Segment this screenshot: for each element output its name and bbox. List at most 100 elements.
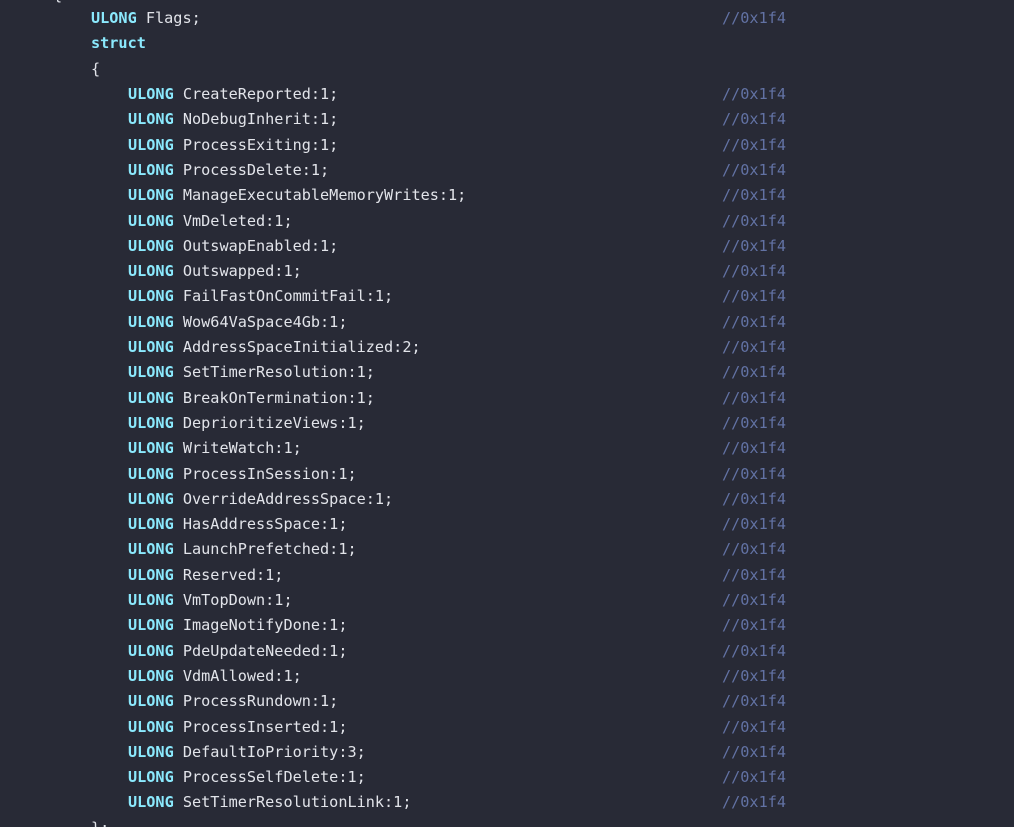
offset-comment: //0x1f4 bbox=[722, 211, 787, 230]
type-keyword: ULONG bbox=[128, 666, 174, 685]
struct-keyword: struct bbox=[91, 34, 146, 52]
flags-declaration: ULONG Flags; bbox=[91, 6, 201, 31]
type-keyword: ULONG bbox=[128, 515, 174, 534]
code-line-field: ULONG WriteWatch:1; //0x1f4 bbox=[0, 436, 1014, 461]
field-declaration: ULONG PdeUpdateNeeded:1; bbox=[128, 639, 347, 664]
code-line-field: ULONG OverrideAddressSpace:1; //0x1f4 bbox=[0, 487, 1014, 512]
field-declaration: ULONG LaunchPrefetched:1; bbox=[128, 537, 357, 562]
type-keyword: ULONG bbox=[128, 211, 174, 230]
field-declaration: ULONG DeprioritizeViews:1; bbox=[128, 411, 366, 436]
field-name: Outswapped:1; bbox=[182, 262, 302, 281]
code-line-close-partial: }; bbox=[0, 816, 1014, 827]
offset-comment: //0x1f4 bbox=[722, 793, 787, 812]
type-keyword: ULONG bbox=[91, 9, 137, 27]
offset-comment: //0x1f4 bbox=[722, 591, 787, 609]
code-line-field: ULONG ProcessExiting:1; //0x1f4 bbox=[0, 133, 1014, 158]
offset-comment: //0x1f4 bbox=[722, 464, 787, 483]
field-declaration: ULONG VmTopDown:1; bbox=[128, 588, 293, 613]
offset-comment: //0x1f4 bbox=[722, 110, 787, 129]
offset-comment: //0x1f4 bbox=[722, 540, 787, 559]
code-line-field: ULONG BreakOnTermination:1; //0x1f4 bbox=[0, 386, 1014, 411]
type-keyword: ULONG bbox=[128, 186, 174, 205]
type-keyword: ULONG bbox=[128, 439, 174, 458]
field-name: ImageNotifyDone:1; bbox=[182, 616, 348, 635]
type-keyword: ULONG bbox=[128, 591, 174, 609]
type-keyword: ULONG bbox=[128, 464, 174, 483]
type-keyword: ULONG bbox=[128, 793, 174, 812]
field-name: ManageExecutableMemoryWrites:1; bbox=[182, 186, 467, 205]
field-name: OutswapEnabled:1; bbox=[182, 236, 339, 255]
offset-comment: //0x1f4 bbox=[722, 692, 787, 711]
type-keyword: ULONG bbox=[128, 262, 174, 281]
field-declaration: ULONG SetTimerResolutionLink:1; bbox=[128, 790, 411, 815]
type-keyword: ULONG bbox=[128, 413, 174, 432]
field-name: LaunchPrefetched:1; bbox=[182, 540, 357, 559]
type-keyword: ULONG bbox=[128, 287, 174, 306]
field-name: ProcessInSession:1; bbox=[182, 464, 357, 483]
offset-comment: //0x1f4 bbox=[722, 262, 787, 281]
code-line-field: ULONG FailFastOnCommitFail:1; //0x1f4 bbox=[0, 284, 1014, 309]
type-keyword: ULONG bbox=[128, 135, 174, 154]
field-declaration: ULONG DefaultIoPriority:3; bbox=[128, 740, 366, 765]
field-name: VmTopDown:1; bbox=[182, 591, 293, 609]
field-declaration: ULONG HasAddressSpace:1; bbox=[128, 512, 347, 537]
offset-comment: //0x1f4 bbox=[722, 85, 787, 103]
field-name: WriteWatch:1; bbox=[182, 439, 302, 458]
code-line-field: ULONG ProcessInserted:1; //0x1f4 bbox=[0, 715, 1014, 740]
field-name: CreateReported:1; bbox=[182, 85, 339, 103]
code-line-field: ULONG DefaultIoPriority:3; //0x1f4 bbox=[0, 740, 1014, 765]
field-declaration: ULONG NoDebugInherit:1; bbox=[128, 107, 338, 132]
field-declaration: ULONG CreateReported:1; bbox=[128, 82, 338, 107]
offset-comment: //0x1f4 bbox=[722, 616, 787, 635]
field-name: HasAddressSpace:1; bbox=[182, 515, 348, 534]
field-name: Flags; bbox=[145, 9, 201, 27]
code-line-field: ULONG ProcessRundown:1; //0x1f4 bbox=[0, 689, 1014, 714]
type-keyword: ULONG bbox=[128, 160, 174, 179]
field-name: BreakOnTermination:1; bbox=[182, 388, 375, 407]
offset-comment: //0x1f4 bbox=[722, 186, 787, 205]
code-line-field: ULONG VdmAllowed:1; //0x1f4 bbox=[0, 664, 1014, 689]
offset-comment: //0x1f4 bbox=[722, 388, 787, 407]
field-name: NoDebugInherit:1; bbox=[182, 110, 339, 129]
type-keyword: ULONG bbox=[128, 540, 174, 559]
field-name: DefaultIoPriority:3; bbox=[182, 742, 366, 761]
code-line-field: ULONG ProcessDelete:1; //0x1f4 bbox=[0, 158, 1014, 183]
field-name: OverrideAddressSpace:1; bbox=[182, 489, 394, 508]
field-declaration: ULONG OutswapEnabled:1; bbox=[128, 234, 338, 259]
offset-comment: //0x1f4 bbox=[722, 565, 787, 584]
field-name: ProcessRundown:1; bbox=[182, 692, 339, 711]
offset-comment: //0x1f4 bbox=[722, 768, 787, 787]
field-name: Reserved:1; bbox=[182, 565, 284, 584]
field-declaration: ULONG ProcessInSession:1; bbox=[128, 462, 357, 487]
field-name: VmDeleted:1; bbox=[182, 211, 293, 230]
code-line-open-brace: { bbox=[0, 57, 1014, 82]
code-line-field: ULONG LaunchPrefetched:1; //0x1f4 bbox=[0, 537, 1014, 562]
offset-comment: //0x1f4 bbox=[722, 489, 787, 508]
code-line-field: ULONG AddressSpaceInitialized:2; //0x1f4 bbox=[0, 335, 1014, 360]
field-name: ProcessExiting:1; bbox=[182, 135, 339, 154]
field-declaration: ULONG AddressSpaceInitialized:2; bbox=[128, 335, 421, 360]
offset-comment: //0x1f4 bbox=[722, 717, 787, 736]
code-line-field: ULONG PdeUpdateNeeded:1; //0x1f4 bbox=[0, 639, 1014, 664]
field-declaration: ULONG ProcessExiting:1; bbox=[128, 133, 338, 158]
field-name: AddressSpaceInitialized:2; bbox=[182, 338, 421, 356]
code-line-field: ULONG Reserved:1; //0x1f4 bbox=[0, 563, 1014, 588]
code-line-field: ULONG ProcessSelfDelete:1; //0x1f4 bbox=[0, 765, 1014, 790]
type-keyword: ULONG bbox=[128, 236, 174, 255]
type-keyword: ULONG bbox=[128, 768, 174, 787]
open-brace: { bbox=[91, 60, 101, 78]
offset-comment: //0x1f4 bbox=[722, 413, 787, 432]
code-line-field: ULONG VmDeleted:1; //0x1f4 bbox=[0, 209, 1014, 234]
field-name: VdmAllowed:1; bbox=[182, 666, 302, 685]
code-line-struct: struct bbox=[0, 31, 1014, 56]
field-name: DeprioritizeViews:1; bbox=[182, 413, 366, 432]
type-keyword: ULONG bbox=[128, 717, 174, 736]
field-declaration: ULONG OverrideAddressSpace:1; bbox=[128, 487, 393, 512]
field-declaration: ULONG SetTimerResolution:1; bbox=[128, 360, 375, 385]
type-keyword: ULONG bbox=[128, 312, 174, 331]
offset-comment: //0x1f4 bbox=[722, 439, 787, 458]
code-line-field: ULONG SetTimerResolution:1; //0x1f4 bbox=[0, 360, 1014, 385]
type-keyword: ULONG bbox=[128, 338, 174, 356]
offset-comment: //0x1f4 bbox=[722, 338, 787, 356]
code-line-field: ULONG ProcessInSession:1; //0x1f4 bbox=[0, 462, 1014, 487]
